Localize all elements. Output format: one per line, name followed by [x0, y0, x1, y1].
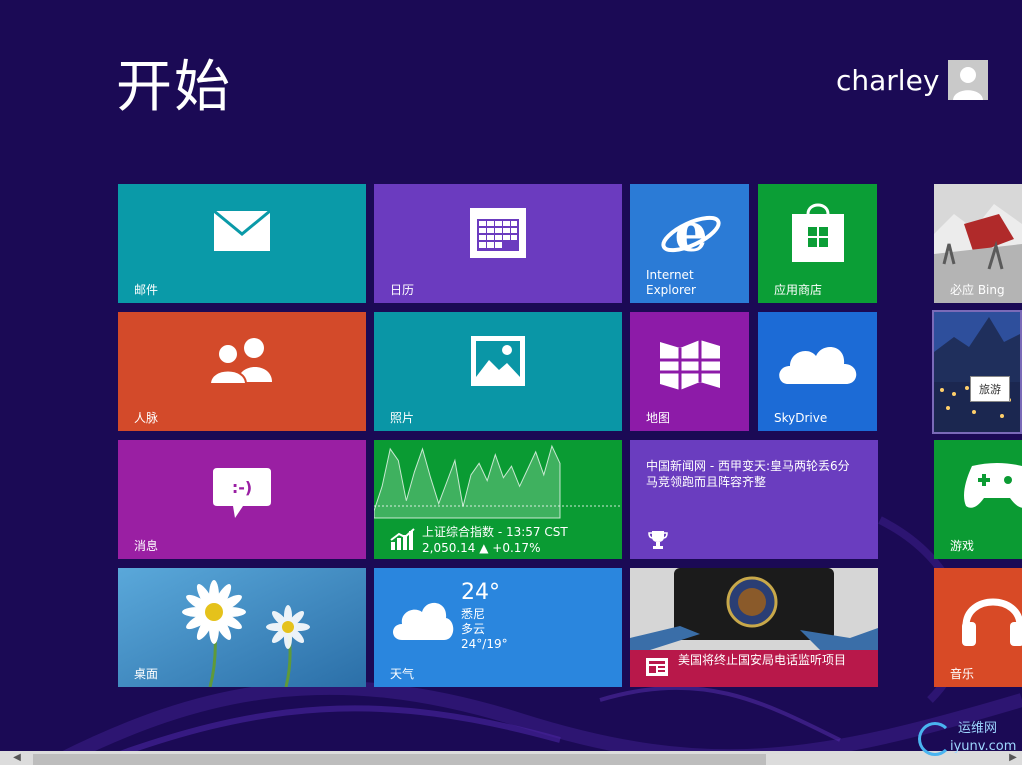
weather-condition: 多云	[461, 622, 486, 636]
tile-label: 邮件	[134, 283, 159, 297]
news-photo-image	[630, 568, 878, 650]
tile-photos[interactable]: 照片	[374, 312, 622, 431]
tile-label: 天气	[390, 667, 415, 681]
xbox-controller-icon	[964, 463, 1022, 508]
cloud-icon	[779, 346, 857, 384]
finance-bars-icon	[390, 528, 415, 550]
finance-title: 上证综合指数 - 13:57 CST	[422, 525, 568, 539]
user-name: charley	[836, 63, 940, 97]
mail-icon	[213, 210, 271, 251]
tile-mail[interactable]: 邮件	[118, 184, 366, 303]
tile-label: 应用商店	[774, 283, 823, 297]
calendar-icon	[470, 208, 526, 258]
weather-range: 24°/19°	[461, 637, 508, 651]
finance-info: 上证综合指数 - 13:57 CST 2,050.14 ▲ +0.17%	[422, 524, 568, 556]
tile-label: 照片	[390, 411, 415, 425]
newspaper-icon	[646, 658, 668, 676]
tile-weather[interactable]: 24° 悉尼 多云 24°/19° 天气	[374, 568, 622, 687]
tile-news[interactable]: 中国新闻网 - 西甲变天:皇马两轮丢6分 马竞领跑而且阵容齐整	[630, 440, 878, 559]
weather-temp: 24°	[461, 580, 500, 605]
tile-store[interactable]: 应用商店	[758, 184, 877, 303]
finance-value: 2,050.14 ▲ +0.17%	[422, 541, 541, 555]
watermark-swirl-icon	[918, 722, 952, 756]
tile-label: 音乐	[950, 667, 975, 681]
tile-label-line: Explorer	[646, 283, 696, 297]
user-avatar-icon	[948, 60, 989, 100]
tile-music[interactable]: 音乐	[934, 568, 1022, 687]
travel-city-image	[934, 312, 1020, 432]
tile-label: 消息	[134, 539, 159, 553]
tile-news-photo[interactable]: 美国将终止国安局电话监听项目	[630, 568, 878, 687]
tile-finance[interactable]: 上证综合指数 - 13:57 CST 2,050.14 ▲ +0.17%	[374, 440, 622, 559]
tile-label: 桌面	[134, 667, 159, 681]
scroll-left-arrow-icon[interactable]: ◀	[10, 751, 24, 765]
tile-games[interactable]: 游戏	[934, 440, 1022, 559]
tile-label: 游戏	[950, 539, 975, 553]
tile-tooltip: 旅游	[970, 376, 1010, 402]
message-bubble-icon: :-)	[213, 468, 271, 518]
svg-text:e: e	[674, 204, 707, 264]
photos-icon	[471, 336, 525, 386]
start-title: 开始	[116, 55, 232, 120]
store-bag-icon	[792, 203, 844, 262]
people-icon	[208, 338, 272, 384]
tile-desktop[interactable]: 桌面	[118, 568, 366, 687]
tile-label-line: Internet	[646, 268, 694, 282]
tile-internet-explorer[interactable]: e Internet Explorer	[630, 184, 749, 303]
trophy-icon	[648, 531, 668, 549]
tile-bing[interactable]: 必应 Bing	[934, 184, 1022, 303]
tile-people[interactable]: 人脉	[118, 312, 366, 431]
user-account[interactable]: charley	[836, 60, 989, 100]
tile-label: 日历	[390, 283, 415, 297]
weather-city: 悉尼	[461, 607, 486, 621]
watermark-line1: 运维网	[958, 721, 998, 736]
tile-label: SkyDrive	[774, 411, 828, 425]
tile-label: 人脉	[134, 411, 159, 425]
finance-area	[374, 444, 561, 519]
tile-maps[interactable]: 地图	[630, 312, 749, 431]
internet-explorer-icon: e	[661, 204, 721, 264]
watermark-line2: iyunv.com	[950, 739, 1017, 754]
news-photo-headline: 美国将终止国安局电话监听项目	[678, 653, 847, 667]
tile-calendar[interactable]: 日历	[374, 184, 622, 303]
news-headline: 中国新闻网 - 西甲变天:皇马两轮丢6分 马竞领跑而且阵容齐整	[646, 459, 850, 489]
map-icon	[660, 340, 720, 390]
cloud-weather-icon	[393, 602, 454, 640]
scrollbar-thumb[interactable]	[33, 754, 766, 765]
smiley-glyph: :-)	[232, 478, 252, 497]
headphones-icon	[962, 598, 1022, 646]
tile-label: 地图	[646, 411, 671, 425]
tile-skydrive[interactable]: SkyDrive	[758, 312, 877, 431]
tile-travel[interactable]: 旅游	[932, 310, 1022, 434]
tile-label: Internet Explorer	[646, 268, 696, 298]
tile-messaging[interactable]: :-) 消息	[118, 440, 366, 559]
tile-label: 必应 Bing	[950, 283, 1005, 297]
